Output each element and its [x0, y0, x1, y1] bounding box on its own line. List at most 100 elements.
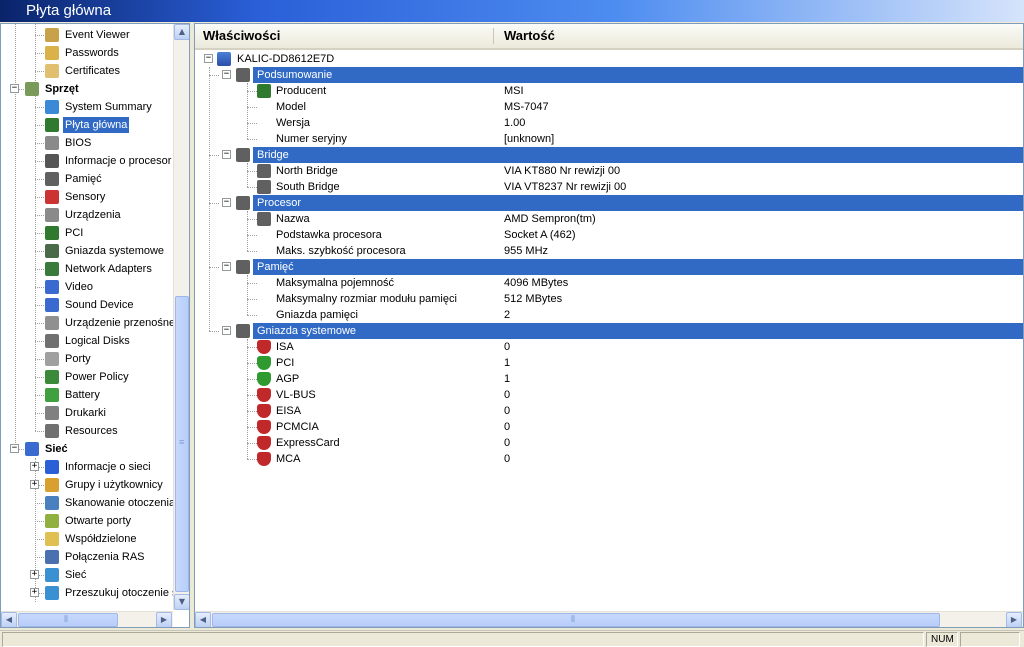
- details-horizontal-scrollbar[interactable]: ◀ ⦀ ▶: [195, 611, 1023, 627]
- scroll-right-button[interactable]: ▶: [156, 612, 172, 627]
- scroll-left-button[interactable]: ◀: [195, 612, 211, 627]
- section-header-2[interactable]: − Procesor: [195, 195, 1023, 211]
- expand-toggle[interactable]: +: [30, 462, 39, 471]
- tree-item-power-policy[interactable]: Power Policy: [1, 368, 173, 386]
- tree-item-skanowanie-otoczenia[interactable]: Skanowanie otoczenia: [1, 494, 173, 512]
- tree-item-label: PCI: [65, 227, 84, 239]
- tree-connector: [35, 431, 44, 432]
- property-row[interactable]: AGP 1: [195, 371, 1023, 387]
- tree-item-gniazda-systemowe[interactable]: Gniazda systemowe: [1, 242, 173, 260]
- property-row[interactable]: Maks. szybkość procesora 955 MHz: [195, 243, 1023, 259]
- tree-item-siec[interactable]: − Sieć: [1, 440, 173, 458]
- section-label: Procesor: [257, 197, 302, 209]
- tree-item-pamiec[interactable]: Pamięć: [1, 170, 173, 188]
- tree-item-battery[interactable]: Battery: [1, 386, 173, 404]
- property-row[interactable]: Wersja 1.00: [195, 115, 1023, 131]
- column-header-value[interactable]: Wartość: [496, 24, 1016, 48]
- property-row[interactable]: South Bridge VIA VT8237 Nr rewizji 00: [195, 179, 1023, 195]
- expand-toggle[interactable]: −: [10, 444, 19, 453]
- property-row[interactable]: North Bridge VIA KT880 Nr rewizji 00: [195, 163, 1023, 179]
- tree-connector: [35, 323, 44, 324]
- section-header-3[interactable]: − Pamięć: [195, 259, 1023, 275]
- property-name: PCMCIA: [276, 421, 319, 433]
- tree-item-network-adapters[interactable]: Network Adapters: [1, 260, 173, 278]
- scroll-left-button[interactable]: ◀: [1, 612, 17, 627]
- tree-item-sensory[interactable]: Sensory: [1, 188, 173, 206]
- tree-item-przeszukuj-otoczenie-s[interactable]: + Przeszukuj otoczenie s: [1, 584, 173, 602]
- tree-item-porty[interactable]: Porty: [1, 350, 173, 368]
- tree-item-sprzet[interactable]: − Sprzęt: [1, 80, 173, 98]
- properties-panel[interactable]: Właściwości Wartość − KALIC-DD8612E7D − Pod…: [194, 23, 1024, 628]
- collapse-toggle[interactable]: −: [222, 150, 231, 159]
- property-row[interactable]: Podstawka procesora Socket A (462): [195, 227, 1023, 243]
- navigation-tree-panel[interactable]: Event Viewer Passwords Certificates − Sprzęt…: [0, 23, 190, 628]
- column-divider[interactable]: [493, 28, 494, 44]
- scroll-right-button[interactable]: ▶: [1006, 612, 1022, 627]
- property-row[interactable]: MCA 0: [195, 451, 1023, 467]
- tree-item-informacje-o-sieci[interactable]: + Informacje o sieci: [1, 458, 173, 476]
- property-row[interactable]: ExpressCard 0: [195, 435, 1023, 451]
- tree-item-bios[interactable]: BIOS: [1, 134, 173, 152]
- memory-icon: [236, 260, 250, 274]
- property-row[interactable]: Maksymalna pojemność 4096 MBytes: [195, 275, 1023, 291]
- tree-item-siec[interactable]: + Sieć: [1, 566, 173, 584]
- tree-item-urzadzenia[interactable]: Urządzenia: [1, 206, 173, 224]
- property-row[interactable]: PCMCIA 0: [195, 419, 1023, 435]
- tree-connector: [247, 123, 257, 124]
- collapse-toggle[interactable]: −: [222, 70, 231, 79]
- tree-item-certificates[interactable]: Certificates: [1, 62, 173, 80]
- tree-item-passwords[interactable]: Passwords: [1, 44, 173, 62]
- root-row[interactable]: − KALIC-DD8612E7D: [195, 51, 1023, 67]
- property-row[interactable]: Producent MSI: [195, 83, 1023, 99]
- tree-item-logical-disks[interactable]: Logical Disks: [1, 332, 173, 350]
- scroll-down-button[interactable]: ▼: [174, 594, 189, 610]
- scroll-up-button[interactable]: ▲: [174, 24, 189, 40]
- expand-toggle[interactable]: +: [30, 570, 39, 579]
- expand-toggle[interactable]: +: [30, 588, 39, 597]
- navigation-tree[interactable]: Event Viewer Passwords Certificates − Sprzęt…: [1, 24, 173, 610]
- tree-item-informacje-o-procesor[interactable]: Informacje o procesor: [1, 152, 173, 170]
- collapse-toggle[interactable]: −: [222, 262, 231, 271]
- tree-item-polaczenia-ras[interactable]: Połączenia RAS: [1, 548, 173, 566]
- property-row[interactable]: ISA 0: [195, 339, 1023, 355]
- tree-item-wspoldzielone[interactable]: Współdzielone: [1, 530, 173, 548]
- tree-item-sound-device[interactable]: Sound Device: [1, 296, 173, 314]
- tree-item-urzadzenie-przenosne[interactable]: Urządzenie przenośne: [1, 314, 173, 332]
- column-header-property[interactable]: Właściwości: [195, 24, 493, 48]
- section-header-1[interactable]: − Bridge: [195, 147, 1023, 163]
- tree-vertical-scrollbar[interactable]: ▲ ≡ ▼: [173, 24, 189, 610]
- property-row[interactable]: Model MS-7047: [195, 99, 1023, 115]
- tree-item-drukarki[interactable]: Drukarki: [1, 404, 173, 422]
- property-row[interactable]: Maksymalny rozmiar modułu pamięci 512 MBy…: [195, 291, 1023, 307]
- collapse-toggle[interactable]: −: [222, 326, 231, 335]
- expand-toggle[interactable]: −: [10, 84, 19, 93]
- shield-red-icon: [257, 420, 271, 434]
- property-row[interactable]: Numer seryjny [unknown]: [195, 131, 1023, 147]
- expand-toggle[interactable]: +: [30, 480, 39, 489]
- tree-item-video[interactable]: Video: [1, 278, 173, 296]
- property-name: Producent: [276, 85, 327, 97]
- tree-item-resources[interactable]: Resources: [1, 422, 173, 440]
- tree-item-system-summary[interactable]: System Summary: [1, 98, 173, 116]
- tree-horizontal-scrollbar[interactable]: ◀ ⦀ ▶: [1, 611, 173, 627]
- tree-connector: [209, 267, 219, 268]
- scroll-thumb[interactable]: ⦀: [212, 613, 940, 627]
- tree-item-grupy-i-uzytkownicy[interactable]: + Grupy i użytkownicy: [1, 476, 173, 494]
- tree-item-plyta-glowna[interactable]: Płyta główna: [1, 116, 173, 134]
- tree-item-event-viewer[interactable]: Event Viewer: [1, 26, 173, 44]
- scroll-thumb[interactable]: ⦀: [18, 613, 118, 627]
- section-header-0[interactable]: − Podsumowanie: [195, 67, 1023, 83]
- section-header-4[interactable]: − Gniazda systemowe: [195, 323, 1023, 339]
- tree-connector: [35, 557, 44, 558]
- tree-item-otwarte-porty[interactable]: Otwarte porty: [1, 512, 173, 530]
- tree-connector: [247, 347, 257, 348]
- property-row[interactable]: VL-BUS 0: [195, 387, 1023, 403]
- property-row[interactable]: Nazwa AMD Sempron(tm): [195, 211, 1023, 227]
- property-row[interactable]: Gniazda pamięci 2: [195, 307, 1023, 323]
- collapse-toggle[interactable]: −: [204, 54, 213, 63]
- scroll-thumb[interactable]: ≡: [175, 296, 189, 592]
- collapse-toggle[interactable]: −: [222, 198, 231, 207]
- property-row[interactable]: PCI 1: [195, 355, 1023, 371]
- tree-item-pci[interactable]: PCI: [1, 224, 173, 242]
- property-row[interactable]: EISA 0: [195, 403, 1023, 419]
